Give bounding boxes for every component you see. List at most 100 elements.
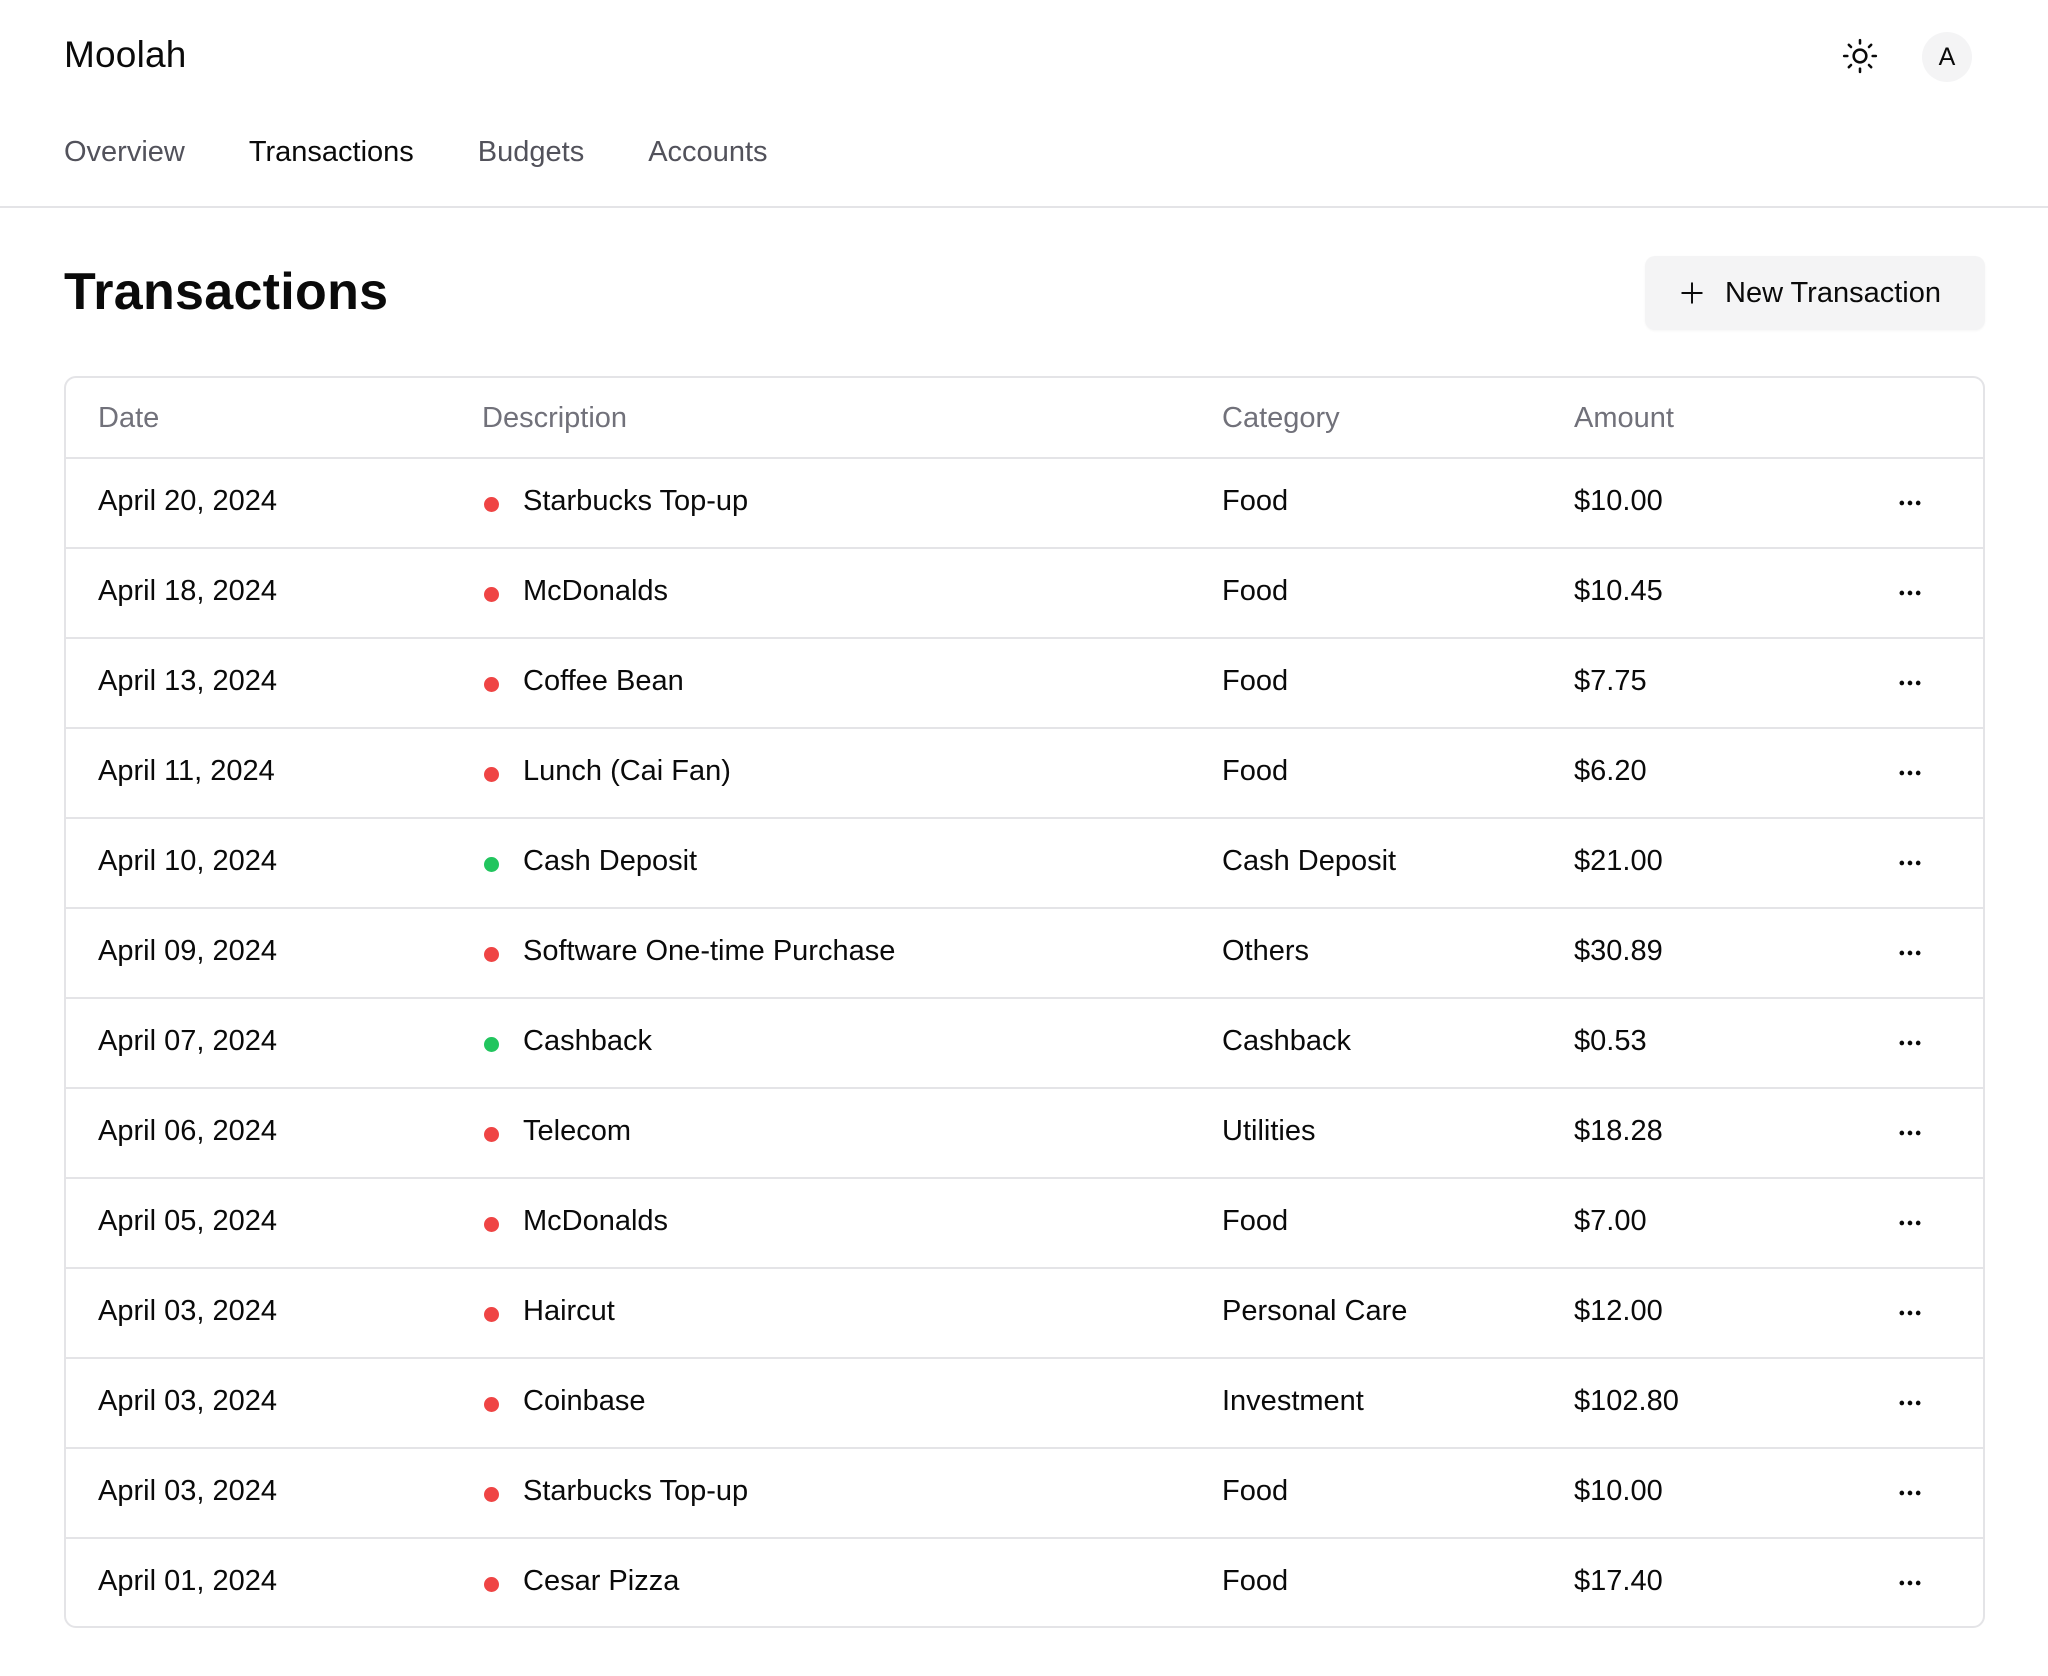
row-actions-button[interactable] (1890, 663, 1930, 703)
transaction-amount: $17.40 (1574, 1565, 1663, 1597)
avatar-initial: A (1938, 42, 1956, 71)
transaction-type-dot (484, 1307, 499, 1322)
tab-budgets[interactable]: Budgets (478, 136, 584, 182)
column-header-amount[interactable]: Amount (1574, 402, 1674, 435)
transaction-amount: $30.89 (1574, 935, 1663, 967)
transaction-category: Others (1222, 935, 1310, 967)
row-actions-button[interactable] (1890, 1563, 1930, 1603)
transaction-description: Lunch (Cai Fan) (523, 755, 731, 787)
transaction-amount: $10.00 (1574, 485, 1663, 517)
transaction-type-dot (484, 1037, 499, 1052)
transaction-category: Food (1222, 755, 1289, 787)
app-logo-text[interactable]: Moolah (64, 34, 187, 76)
table-row[interactable]: April 10, 2024 Cash Deposit Cash Deposit… (66, 819, 1983, 909)
transaction-description: Telecom (523, 1115, 631, 1147)
transaction-category: Investment (1222, 1385, 1364, 1417)
transaction-amount: $0.53 (1574, 1025, 1647, 1057)
new-transaction-button[interactable]: New Transaction (1645, 256, 1985, 330)
transaction-description: Cashback (523, 1025, 652, 1057)
table-row[interactable]: April 01, 2024 Cesar Pizza Food $17.40 (66, 1539, 1983, 1626)
transaction-description: McDonalds (523, 1205, 669, 1237)
transaction-amount: $6.20 (1574, 755, 1647, 787)
table-body: April 20, 2024 Starbucks Top-up Food $10… (66, 459, 1983, 1626)
column-header-category[interactable]: Category (1222, 402, 1340, 435)
row-actions-button[interactable] (1890, 573, 1930, 613)
tab-accounts[interactable]: Accounts (648, 136, 767, 182)
table-row[interactable]: April 13, 2024 Coffee Bean Food $7.75 (66, 639, 1983, 729)
transaction-description: Coffee Bean (523, 665, 684, 697)
table-row[interactable]: April 03, 2024 Coinbase Investment $102.… (66, 1359, 1983, 1449)
transaction-category: Food (1222, 485, 1289, 517)
transaction-type-dot (484, 1217, 499, 1232)
table-row[interactable]: April 06, 2024 Telecom Utilities $18.28 (66, 1089, 1983, 1179)
row-actions-button[interactable] (1890, 1203, 1930, 1243)
transaction-description: Software One-time Purchase (523, 935, 896, 967)
more-horizontal-icon (1899, 770, 1921, 776)
more-horizontal-icon (1899, 1220, 1921, 1226)
transaction-amount: $7.75 (1574, 665, 1647, 697)
transaction-amount: $21.00 (1574, 845, 1663, 877)
row-actions-button[interactable] (1890, 1113, 1930, 1153)
transaction-description: Haircut (523, 1295, 615, 1327)
new-transaction-label: New Transaction (1725, 276, 1941, 309)
row-actions-button[interactable] (1890, 1023, 1930, 1063)
transaction-category: Food (1222, 665, 1289, 697)
transaction-date: April 01, 2024 (98, 1565, 277, 1597)
transaction-type-dot (484, 947, 499, 962)
column-header-description[interactable]: Description (482, 402, 627, 435)
table-row[interactable]: April 03, 2024 Starbucks Top-up Food $10… (66, 1449, 1983, 1539)
transaction-date: April 18, 2024 (98, 575, 277, 607)
transaction-type-dot (484, 1577, 499, 1592)
transaction-date: April 11, 2024 (98, 755, 275, 787)
more-horizontal-icon (1899, 1040, 1921, 1046)
transactions-table: Date Description Category Amount April 2… (64, 376, 1985, 1628)
transaction-description: Coinbase (523, 1385, 646, 1417)
sun-icon (1842, 38, 1878, 74)
transaction-category: Food (1222, 1565, 1289, 1597)
transaction-amount: $12.00 (1574, 1295, 1663, 1327)
row-actions-button[interactable] (1890, 1383, 1930, 1423)
transaction-category: Food (1222, 1475, 1289, 1507)
transaction-category: Cash Deposit (1222, 845, 1397, 877)
nav-tabs: Overview Transactions Budgets Accounts (64, 136, 768, 182)
transaction-type-dot (484, 677, 499, 692)
row-actions-button[interactable] (1890, 933, 1930, 973)
transaction-type-dot (484, 497, 499, 512)
top-bar: Moolah A (0, 0, 2048, 112)
row-actions-button[interactable] (1890, 753, 1930, 793)
transaction-type-dot (484, 1127, 499, 1142)
more-horizontal-icon (1899, 1400, 1921, 1406)
page-title: Transactions (64, 263, 389, 321)
row-actions-button[interactable] (1890, 1473, 1930, 1513)
row-actions-button[interactable] (1890, 1293, 1930, 1333)
table-row[interactable]: April 07, 2024 Cashback Cashback $0.53 (66, 999, 1983, 1089)
transaction-type-dot (484, 1397, 499, 1412)
more-horizontal-icon (1899, 1490, 1921, 1496)
table-row[interactable]: April 03, 2024 Haircut Personal Care $12… (66, 1269, 1983, 1359)
table-row[interactable]: April 11, 2024 Lunch (Cai Fan) Food $6.2… (66, 729, 1983, 819)
tab-transactions[interactable]: Transactions (249, 136, 414, 182)
transaction-category: Personal Care (1222, 1295, 1408, 1327)
transaction-type-dot (484, 587, 499, 602)
more-horizontal-icon (1899, 950, 1921, 956)
table-row[interactable]: April 20, 2024 Starbucks Top-up Food $10… (66, 459, 1983, 549)
table-row[interactable]: April 18, 2024 McDonalds Food $10.45 (66, 549, 1983, 639)
transaction-date: April 10, 2024 (98, 845, 277, 877)
transaction-date: April 13, 2024 (98, 665, 277, 697)
transaction-type-dot (484, 1487, 499, 1502)
tab-overview[interactable]: Overview (64, 136, 185, 182)
theme-toggle-button[interactable] (1836, 32, 1884, 80)
table-row[interactable]: April 09, 2024 Software One-time Purchas… (66, 909, 1983, 999)
avatar[interactable]: A (1922, 32, 1972, 82)
transaction-category: Food (1222, 1205, 1289, 1237)
transaction-category: Food (1222, 575, 1289, 607)
transaction-date: April 05, 2024 (98, 1205, 277, 1237)
table-header: Date Description Category Amount (66, 378, 1983, 459)
row-actions-button[interactable] (1890, 483, 1930, 523)
table-row[interactable]: April 05, 2024 McDonalds Food $7.00 (66, 1179, 1983, 1269)
transaction-description: Starbucks Top-up (523, 1475, 749, 1507)
row-actions-button[interactable] (1890, 843, 1930, 883)
transaction-description: McDonalds (523, 575, 669, 607)
transaction-amount: $7.00 (1574, 1205, 1647, 1237)
column-header-date[interactable]: Date (98, 402, 159, 435)
